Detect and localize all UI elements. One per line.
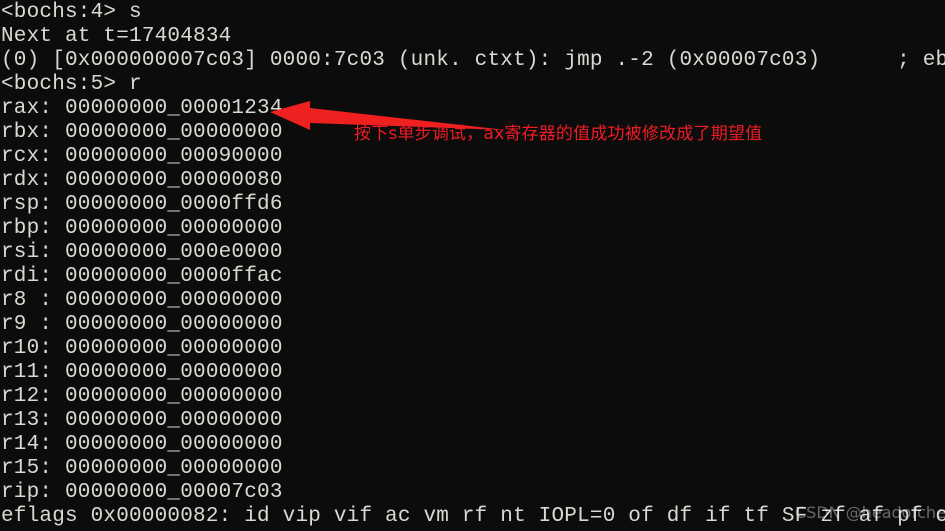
register-row-rsp: rsp: 00000000_0000ffd6 bbox=[1, 193, 283, 216]
terminal-screen: <bochs:4> s Next at t=17404834 (0) [0x00… bbox=[0, 0, 945, 531]
register-row-r10: r10: 00000000_00000000 bbox=[1, 337, 283, 360]
register-row-r9: r9 : 00000000_00000000 bbox=[1, 313, 283, 336]
register-row-rbp: rbp: 00000000_00000000 bbox=[1, 217, 283, 240]
register-row-r11: r11: 00000000_00000000 bbox=[1, 361, 283, 384]
terminal-line: <bochs:5> r bbox=[1, 73, 142, 96]
register-row-rip: rip: 00000000_00007c03 bbox=[1, 481, 283, 504]
register-row-r12: r12: 00000000_00000000 bbox=[1, 385, 283, 408]
register-row-r13: r13: 00000000_00000000 bbox=[1, 409, 283, 432]
register-row-r15: r15: 00000000_00000000 bbox=[1, 457, 283, 480]
terminal-line: (0) [0x000000007c03] 0000:7c03 (unk. ctx… bbox=[1, 49, 945, 72]
terminal-line: <bochs:4> s bbox=[1, 1, 142, 24]
register-row-rax: rax: 00000000_00001234 bbox=[1, 97, 283, 120]
terminal-output[interactable]: <bochs:4> s Next at t=17404834 (0) [0x00… bbox=[0, 0, 945, 529]
register-row-eflags: eflags 0x00000082: id vip vif ac vm rf n… bbox=[1, 505, 945, 528]
register-row-r8: r8 : 00000000_00000000 bbox=[1, 289, 283, 312]
register-row-rsi: rsi: 00000000_000e0000 bbox=[1, 241, 283, 264]
register-row-rdi: rdi: 00000000_0000ffac bbox=[1, 265, 283, 288]
terminal-line: Next at t=17404834 bbox=[1, 25, 232, 48]
register-row-r14: r14: 00000000_00000000 bbox=[1, 433, 283, 456]
register-row-rcx: rcx: 00000000_00090000 bbox=[1, 145, 283, 168]
register-row-rbx: rbx: 00000000_00000000 bbox=[1, 121, 283, 144]
register-row-rdx: rdx: 00000000_00000080 bbox=[1, 169, 283, 192]
